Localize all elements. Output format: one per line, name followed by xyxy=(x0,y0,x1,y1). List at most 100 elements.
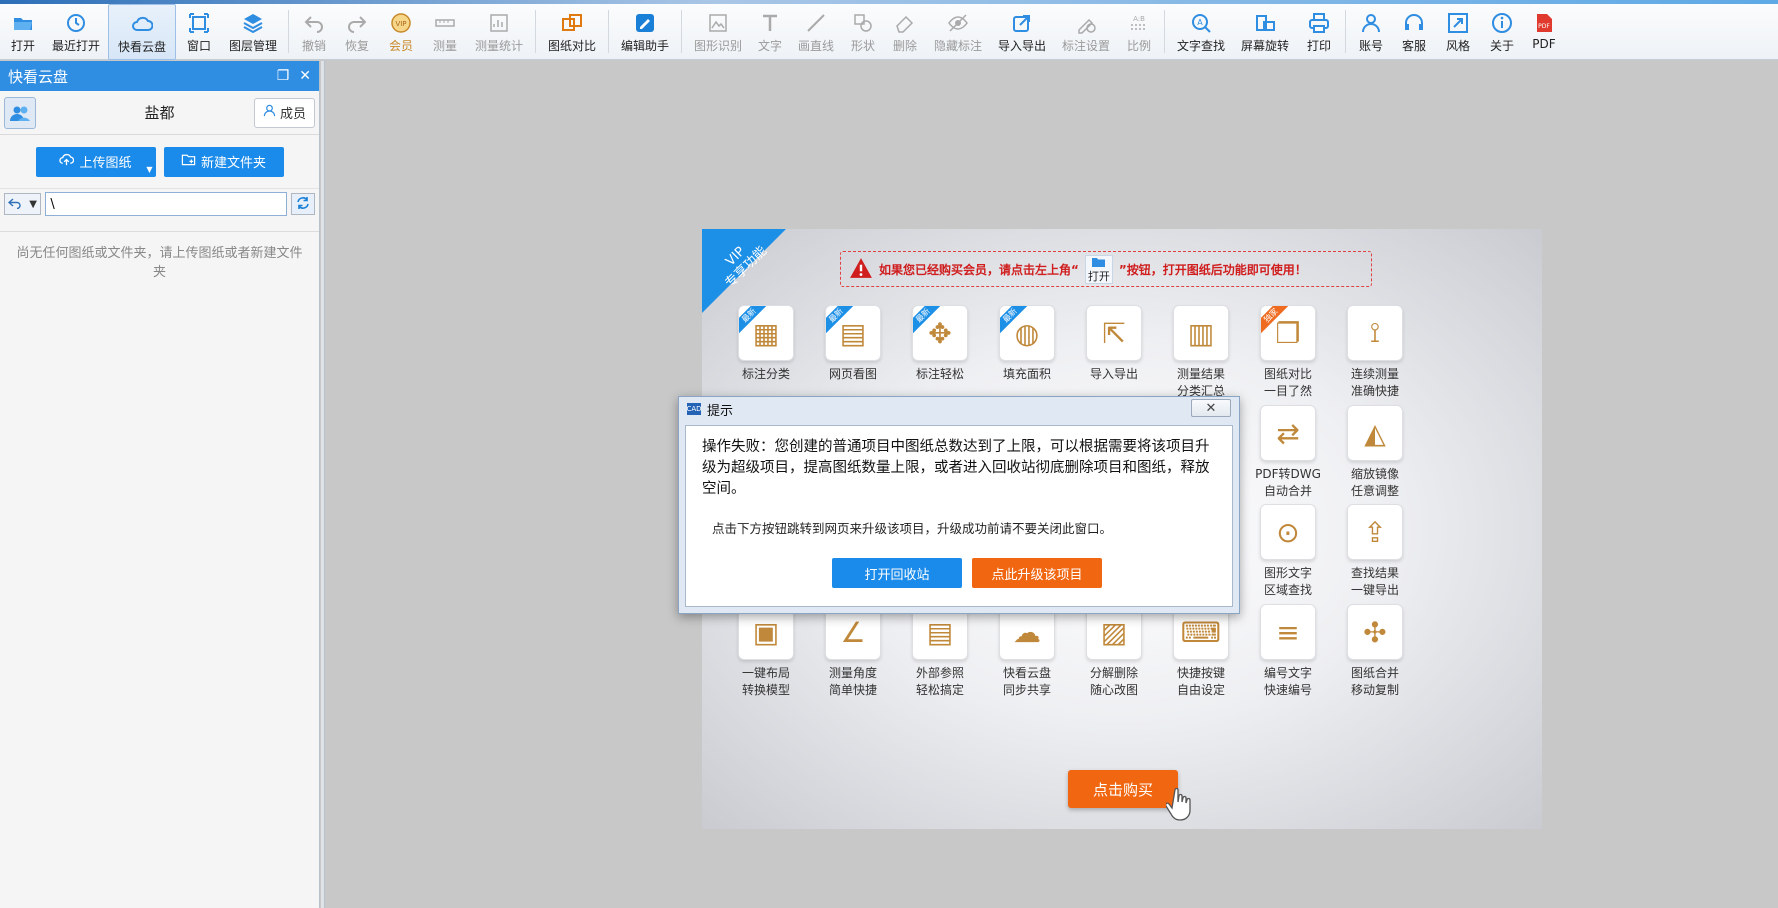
toolbar-label: PDF xyxy=(1532,37,1556,51)
path-bar: ▼ xyxy=(0,189,319,219)
toolbar-text-search-button[interactable]: A 文字查找 xyxy=(1169,4,1233,60)
feature-item[interactable]: ⇄ PDF转DWG 自动合并 xyxy=(1244,405,1332,500)
feature-tile: ▦ 最新 xyxy=(738,305,794,361)
toolbar-open-button[interactable]: 打开 xyxy=(2,4,44,60)
panel-header: 快看云盘 ❐ ✕ xyxy=(0,61,319,91)
feature-item[interactable]: ▤ 最新 网页看图 xyxy=(809,305,897,383)
team-icon[interactable] xyxy=(4,96,36,129)
toolbar-recent-button[interactable]: 最近打开 xyxy=(44,4,108,60)
feature-label: 测量角度 简单快捷 xyxy=(828,666,877,697)
toolbar-edit-assistant-button[interactable]: 编辑助手 xyxy=(613,4,677,60)
toolbar-undo-button[interactable]: 撤销 xyxy=(293,4,335,60)
toolbar-measure-button[interactable]: 测量 xyxy=(423,4,467,60)
feature-item[interactable]: ∠ 测量角度 简单快捷 xyxy=(809,604,897,699)
toolbar-pdf-button[interactable]: PDF PDF xyxy=(1524,4,1564,60)
dialog-body: 操作失败：您创建的普通项目中图纸总数达到了上限，可以根据需要将该项目升级为超级项… xyxy=(685,425,1233,607)
feature-tile: ≡ xyxy=(1260,604,1316,660)
toolbar-measure-stats-button[interactable]: 测量统计 xyxy=(467,4,531,60)
feature-item[interactable]: ◍ 最新 填充面积 xyxy=(983,305,1071,383)
feature-tile: ⟟ xyxy=(1347,305,1403,361)
feature-item[interactable]: ❐ 独家 图纸对比 一目了然 xyxy=(1244,305,1332,400)
feature-item[interactable]: ⌨ 快捷按键 自由设定 xyxy=(1157,604,1245,699)
members-button[interactable]: 成员 xyxy=(253,97,315,128)
notice-open-label: 打开 xyxy=(1087,269,1110,283)
toolbar-line-button[interactable]: 画直线 xyxy=(790,4,842,60)
measure-stats-icon xyxy=(488,12,510,34)
feature-label: 一键布局 转换模型 xyxy=(741,666,790,697)
feature-item[interactable]: ⇱ 导入导出 xyxy=(1070,305,1158,383)
feature-item[interactable]: ⊙ 图形文字 区域查找 xyxy=(1244,504,1332,599)
toolbar-label: 恢复 xyxy=(344,39,369,53)
pdf-to-dwg-icon: ⇄ xyxy=(1276,416,1300,450)
feature-item[interactable]: ▣ 一键布局 转换模型 xyxy=(722,604,810,699)
toolbar-hide-annotation-button[interactable]: 隐藏标注 xyxy=(926,4,990,60)
upload-cloud-icon xyxy=(59,152,75,171)
feature-item[interactable]: ▥ 测量结果 分类汇总 xyxy=(1157,305,1245,400)
upgrade-project-button[interactable]: 点此升级该项目 xyxy=(972,558,1102,588)
toolbar-scale-button[interactable]: A:B 比例 xyxy=(1118,4,1160,60)
toolbar-about-button[interactable]: 关于 xyxy=(1480,4,1524,60)
panel-splitter[interactable] xyxy=(321,61,325,908)
toolbar-vip-button[interactable]: VIP 会员 xyxy=(379,4,423,60)
dialog-message: 操作失败：您创建的普通项目中图纸总数达到了上限，可以根据需要将该项目升级为超级项… xyxy=(702,439,1210,497)
toolbar-cloud-button[interactable]: 快看云盘 xyxy=(108,4,176,60)
dropdown-caret-icon[interactable]: ▼ xyxy=(146,165,152,174)
feature-item[interactable]: ✥ 最新 标注轻松 xyxy=(896,305,984,383)
toolbar-annotation-settings-button[interactable]: 标注设置 xyxy=(1054,4,1118,60)
feature-item[interactable]: ▤ 外部参照 轻松搞定 xyxy=(896,604,984,699)
feature-item[interactable]: ▨ 分解删除 随心改图 xyxy=(1070,604,1158,699)
toolbar-text-button[interactable]: 文字 xyxy=(750,4,790,60)
toolbar-label: 会员 xyxy=(388,39,413,53)
refresh-button[interactable] xyxy=(291,193,315,215)
open-recycle-bin-button[interactable]: 打开回收站 xyxy=(832,558,962,588)
toolbar-delete-button[interactable]: 删除 xyxy=(884,4,926,60)
feature-label: 快看云盘 同步共享 xyxy=(1002,666,1051,697)
toolbar-label: 隐藏标注 xyxy=(933,39,982,53)
feature-tile: ◍ 最新 xyxy=(999,305,1055,361)
close-icon[interactable]: ✕ xyxy=(299,68,311,84)
panel-title: 快看云盘 xyxy=(8,67,69,86)
feature-item[interactable]: ☁ 快看云盘 同步共享 xyxy=(983,604,1071,699)
dialog-titlebar[interactable]: CAD 提示 xyxy=(679,397,1239,421)
new-folder-button[interactable]: 新建文件夹 xyxy=(163,146,284,177)
toolbar-rotate-screen-button[interactable]: 屏幕旋转 xyxy=(1233,4,1297,60)
feature-tile: ✥ 最新 xyxy=(912,305,968,361)
feature-item[interactable]: ✣ 图纸合并 移动复制 xyxy=(1331,604,1419,699)
feature-item[interactable]: ▦ 最新标注分类 xyxy=(722,305,810,383)
toolbar-support-button[interactable]: 客服 xyxy=(1392,4,1436,60)
feature-item[interactable]: ◭ 缩放镜像 任意调整 xyxy=(1331,405,1419,500)
cloud-panel: 快看云盘 ❐ ✕ 盐都 成员 上传图纸 ▼ 新建文件夹 ▼ \ 尚无任何图纸或文… xyxy=(0,61,320,908)
toolbar-redo-button[interactable]: 恢复 xyxy=(335,4,379,60)
toolbar-compare-button[interactable]: 图纸对比 xyxy=(540,4,604,60)
dialog-close-button[interactable]: ✕ xyxy=(1191,399,1231,417)
toolbar-label: 撤销 xyxy=(301,39,326,53)
toolbar-label: 图纸对比 xyxy=(547,39,596,53)
toolbar-shape-recognition-button[interactable]: 图形识别 xyxy=(686,4,750,60)
upload-drawing-button[interactable]: 上传图纸 ▼ xyxy=(35,146,156,177)
toolbar-label: 编辑助手 xyxy=(620,39,669,53)
feature-label: 标注分类 xyxy=(741,367,790,381)
toolbar-shape-button[interactable]: 形状 xyxy=(842,4,884,60)
restore-icon[interactable]: ❐ xyxy=(277,68,290,84)
toolbar-label: 导入导出 xyxy=(997,39,1046,53)
toolbar-style-button[interactable]: 风格 xyxy=(1436,4,1480,60)
back-button[interactable]: ▼ xyxy=(4,193,42,215)
toolbar-print-button[interactable]: 打印 xyxy=(1297,4,1341,60)
feature-item[interactable]: ⟟ 连续测量 准确快捷 xyxy=(1331,305,1419,400)
feature-item[interactable]: ⇪ 查找结果 一键导出 xyxy=(1331,504,1419,599)
team-row: 盐都 成员 xyxy=(0,91,319,135)
toolbar-label: 图层管理 xyxy=(228,39,277,53)
buy-button[interactable]: 点击购买 xyxy=(1068,770,1178,808)
toolbar-layers-button[interactable]: 图层管理 xyxy=(222,4,284,60)
feature-label: 图纸合并 移动复制 xyxy=(1350,666,1399,697)
toolbar-account-button[interactable]: 账号 xyxy=(1350,4,1392,60)
path-input[interactable] xyxy=(45,192,288,216)
folder-open-icon xyxy=(12,12,34,34)
toolbar-window-button[interactable]: 窗口 xyxy=(176,4,222,60)
upload-label: 上传图纸 xyxy=(79,156,132,171)
svg-text:A: A xyxy=(1197,18,1203,27)
edit-assistant-icon xyxy=(634,12,656,34)
toolbar-import-export-button[interactable]: 导入导出 xyxy=(990,4,1054,60)
feature-item[interactable]: ≡ 编号文字 快速编号 xyxy=(1244,604,1332,699)
toolbar-label: 屏幕旋转 xyxy=(1240,39,1289,53)
